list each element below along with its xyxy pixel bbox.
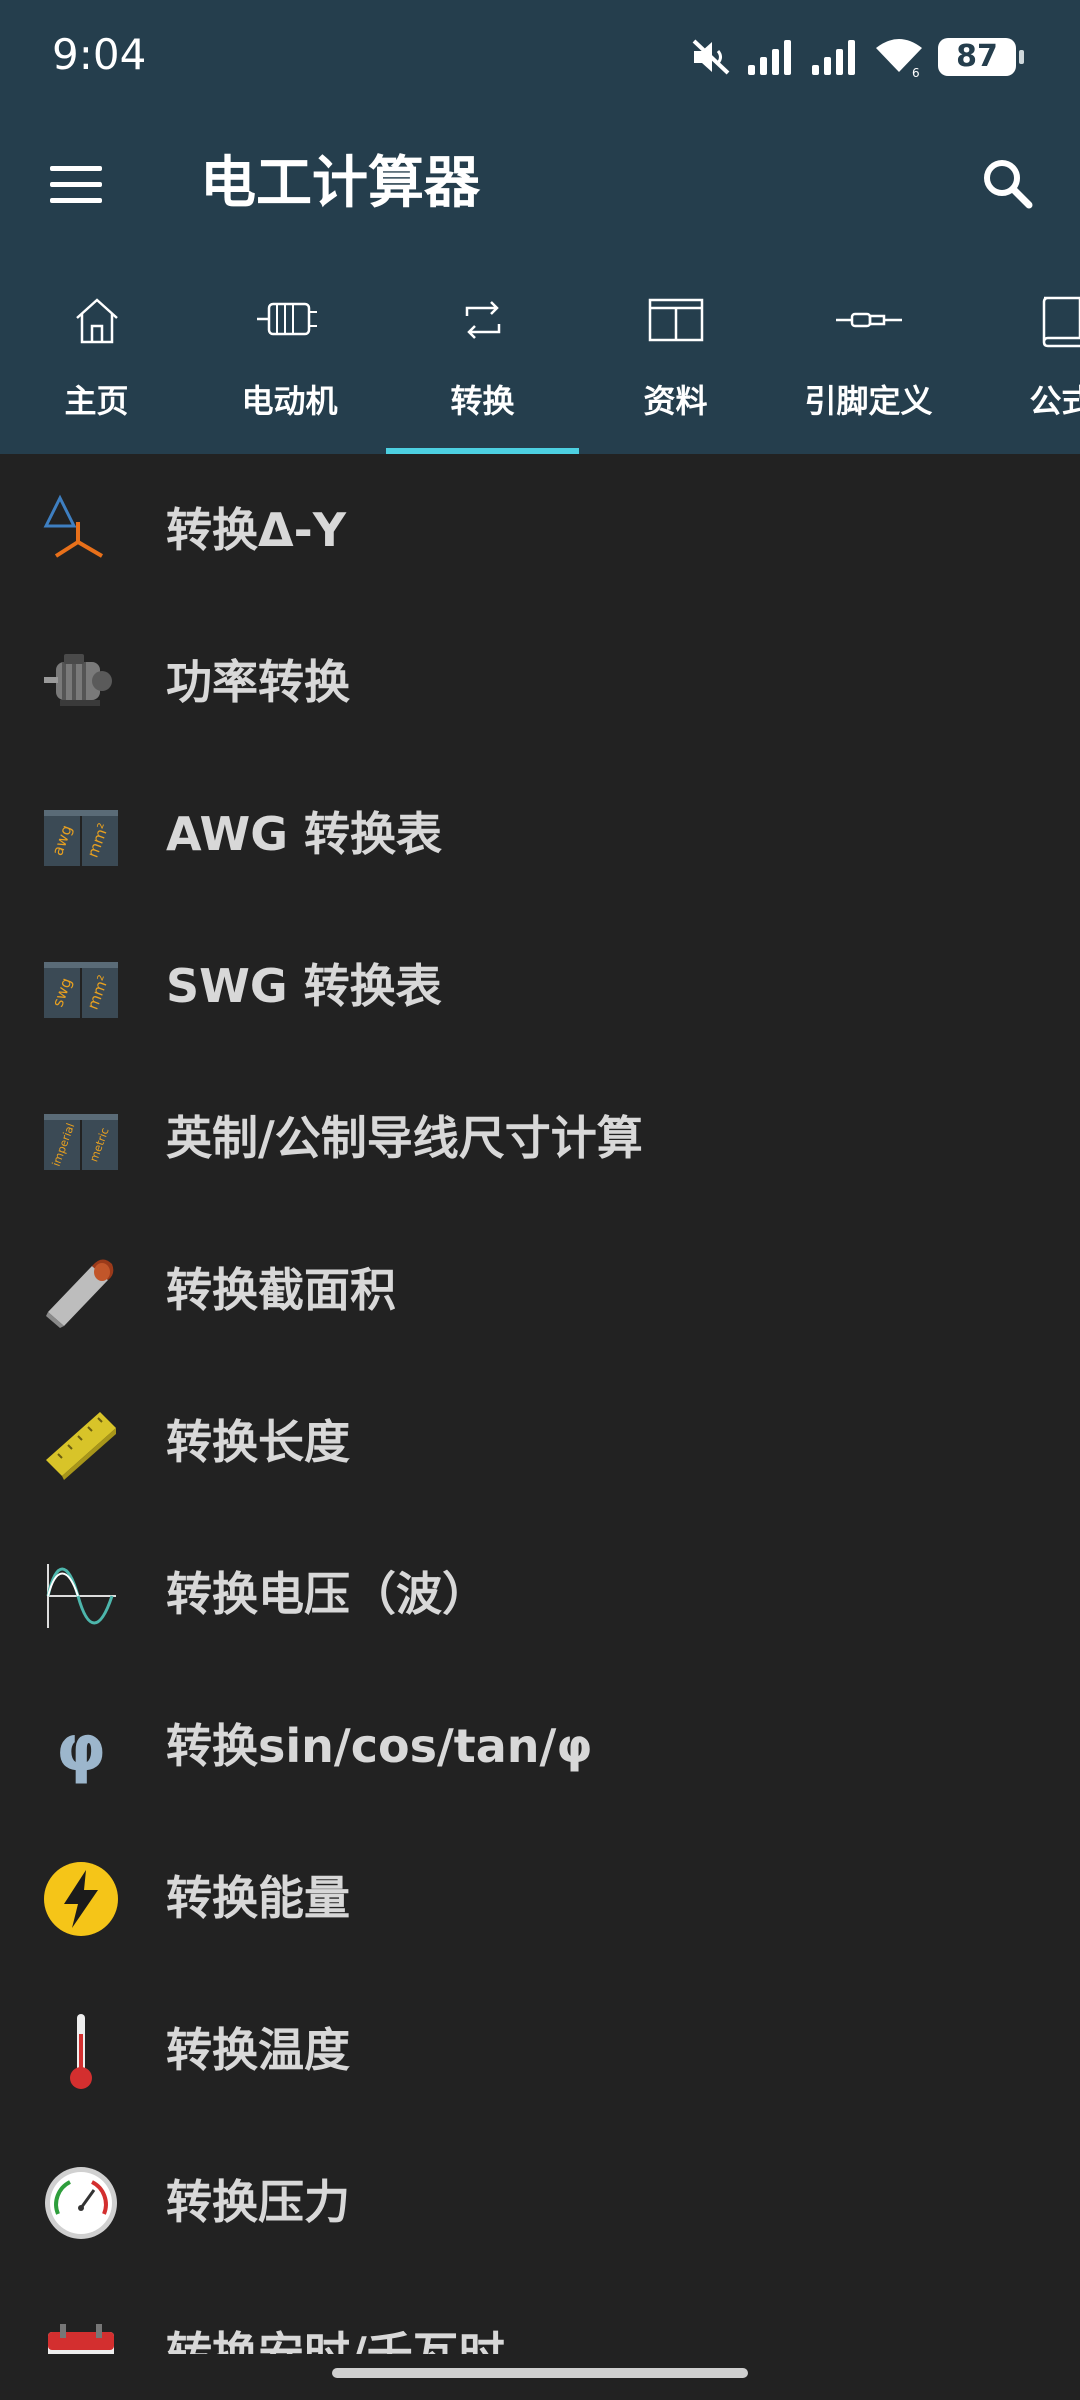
status-bar: 9:04 6 87 — [0, 0, 1080, 116]
list-item-delta-wye[interactable]: 转换Δ-Y — [0, 454, 1080, 606]
status-time: 9:04 — [52, 30, 147, 79]
tab-formula[interactable]: 公式 — [965, 256, 1080, 454]
home-icon — [75, 298, 118, 344]
home-indicator[interactable] — [332, 2368, 748, 2378]
mute-icon — [692, 39, 730, 75]
item-label: SWG 转换表 — [166, 959, 442, 1013]
signal-icon — [748, 40, 791, 75]
list-item-swg-table[interactable]: swg mm² SWG 转换表 — [0, 910, 1080, 1062]
list-item-energy[interactable]: 转换能量 — [0, 1822, 1080, 1974]
battery-indicator: 87 — [938, 38, 1024, 76]
item-label: 转换安时/千瓦时 — [166, 2327, 505, 2354]
thermometer-icon — [70, 2014, 92, 2089]
item-label: 功率转换 — [166, 655, 350, 709]
tab-label: 转换 — [450, 382, 515, 420]
lightning-icon — [44, 1862, 118, 1936]
list-item-power[interactable]: 功率转换 — [0, 606, 1080, 758]
signal-icon-2 — [812, 40, 855, 75]
tab-data[interactable]: 资料 — [579, 256, 772, 454]
tab-bar: 主页 电动机 转换 资料 引脚定义 公式 — [0, 256, 1080, 454]
list-item-length[interactable]: 转换长度 — [0, 1366, 1080, 1518]
motor-photo-icon — [44, 654, 112, 706]
tab-label: 公式 — [1029, 382, 1080, 420]
svg-text:φ: φ — [56, 1712, 106, 1786]
ruler-icon — [46, 1412, 116, 1480]
conversion-list: 转换Δ-Y 功率转换 awg mm² AWG 转换表 swg mm² SWG 转… — [0, 454, 1080, 2354]
tab-motor[interactable]: 电动机 — [193, 256, 386, 454]
wifi-icon: 6 — [876, 39, 922, 78]
app-bar: 电工计算器 — [0, 116, 1080, 256]
imperial-metric-icon: imperial metric — [44, 1114, 118, 1170]
list-item-awg-table[interactable]: awg mm² AWG 转换表 — [0, 758, 1080, 910]
app-title: 电工计算器 — [200, 151, 480, 216]
book-icon — [1042, 296, 1080, 348]
item-label: 转换能量 — [166, 1871, 350, 1925]
menu-icon-bar — [50, 182, 102, 187]
list-item-ah-kwh[interactable]: 转换安时/千瓦时 — [0, 2278, 1080, 2354]
gauge-icon — [45, 2167, 117, 2239]
list-item-voltage-wave[interactable]: 转换电压（波） — [0, 1518, 1080, 1670]
item-label: 转换温度 — [166, 2023, 350, 2077]
menu-icon-bar — [50, 198, 102, 203]
list-item-cross-section[interactable]: 转换截面积 — [0, 1214, 1080, 1366]
item-label: 英制/公制导线尺寸计算 — [166, 1111, 643, 1165]
tab-convert[interactable]: 转换 — [386, 256, 579, 454]
phi-icon: φ — [56, 1712, 106, 1786]
tab-label: 引脚定义 — [804, 382, 933, 420]
item-label: 转换截面积 — [166, 1263, 396, 1317]
awg-mm2-icon: awg mm² — [44, 810, 118, 866]
search-button[interactable] — [974, 150, 1044, 220]
list-item-wire-size[interactable]: imperial metric 英制/公制导线尺寸计算 — [0, 1062, 1080, 1214]
calendar-icon — [48, 2324, 114, 2354]
list-item-trig[interactable]: φ 转换sin/cos/tan/φ — [0, 1670, 1080, 1822]
item-label: AWG 转换表 — [166, 807, 443, 861]
tab-home[interactable]: 主页 — [0, 256, 193, 454]
list-item-temperature[interactable]: 转换温度 — [0, 1974, 1080, 2126]
delta-wye-icon — [43, 494, 104, 558]
convert-icon — [465, 301, 500, 339]
status-icons: 6 87 — [690, 34, 1024, 80]
motor-icon — [256, 302, 317, 336]
tab-label: 资料 — [643, 382, 708, 420]
table-icon — [648, 298, 703, 342]
tab-pinout[interactable]: 引脚定义 — [772, 256, 965, 454]
list-item-pressure[interactable]: 转换压力 — [0, 2126, 1080, 2278]
item-label: 转换压力 — [166, 2175, 350, 2229]
swg-mm2-icon: swg mm² — [44, 962, 118, 1018]
search-icon — [984, 160, 1033, 209]
cable-icon — [46, 1259, 114, 1328]
menu-icon — [50, 166, 102, 171]
sine-wave-icon — [46, 1564, 116, 1628]
item-label: 转换长度 — [166, 1415, 350, 1469]
menu-button[interactable] — [50, 158, 104, 212]
svg-text:6: 6 — [912, 66, 920, 78]
item-label: 转换电压（波） — [166, 1567, 488, 1621]
connector-icon — [835, 312, 902, 328]
tab-label: 电动机 — [241, 382, 338, 420]
item-label: 转换Δ-Y — [166, 503, 347, 557]
app-screen: 9:04 6 87 电工计算器 主页 电动机 转换 资料 引脚定义 公式 转换Δ… — [0, 0, 1080, 2400]
tab-label: 主页 — [64, 382, 129, 420]
item-label: 转换sin/cos/tan/φ — [166, 1719, 593, 1773]
